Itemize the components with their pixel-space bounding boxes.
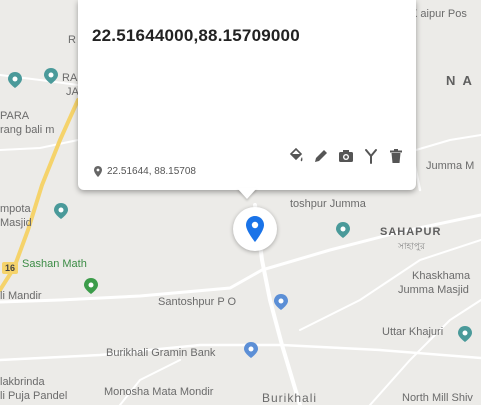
map-label: Monosha Mata Mondir <box>104 386 214 398</box>
camera-icon[interactable] <box>338 148 354 164</box>
coordinates-text: 22.51644, 88.15708 <box>107 166 196 177</box>
poi-pin-icon[interactable] <box>244 342 258 358</box>
poi-pin-icon[interactable] <box>274 294 288 310</box>
poi-pin-icon[interactable] <box>54 203 68 219</box>
map-label: Masjid <box>0 217 32 229</box>
selected-location-marker[interactable] <box>233 207 277 251</box>
map-label: SAHAPUR <box>380 226 442 238</box>
popup-title: 22.51644000,88.15709000 <box>92 26 300 45</box>
map-label: Burikhali Gramin Bank <box>106 347 216 359</box>
popup-coordinates: 22.51644, 88.15708 <box>94 166 196 177</box>
trash-icon[interactable] <box>388 148 404 164</box>
popup-pointer <box>237 188 257 199</box>
map-label: li Mandir <box>0 290 42 302</box>
map-label: North Mill Shiv <box>402 392 473 404</box>
poi-pin-icon[interactable] <box>336 222 350 238</box>
map-label: mpota <box>0 203 31 215</box>
map-label: PARA <box>0 110 30 122</box>
map-label: RA <box>62 72 78 84</box>
map-label: Burikhali <box>262 391 318 405</box>
map-label: li Puja Pandel <box>0 390 68 402</box>
map-label: rang bali m <box>0 124 55 136</box>
branch-icon[interactable] <box>363 148 379 164</box>
pencil-icon[interactable] <box>313 148 329 164</box>
map-label: Khaskhama <box>412 270 471 282</box>
map-label: X aipur Pos <box>410 8 467 20</box>
location-pin-icon <box>246 216 264 242</box>
highway-number: 16 <box>5 263 16 273</box>
fill-bucket-icon[interactable] <box>288 148 304 164</box>
map-label: lakbrinda <box>0 376 45 388</box>
map-label: Jumma Masjid <box>398 284 469 296</box>
map-label: R <box>68 34 76 46</box>
map-label: N A <box>446 73 474 88</box>
map-label: Santoshpur P O <box>158 296 237 308</box>
map-label: JA <box>66 86 79 98</box>
map-label: toshpur Jumma <box>290 198 366 210</box>
popup-toolbar <box>288 148 404 164</box>
poi-pin-icon[interactable] <box>84 278 98 294</box>
location-pin-icon <box>94 166 102 177</box>
map-label: সাহাপুর <box>398 241 425 251</box>
poi-pin-icon[interactable] <box>8 72 22 88</box>
map-label: Jumma M <box>426 160 475 172</box>
poi-pin-icon[interactable] <box>458 326 472 342</box>
poi-pin-icon[interactable] <box>44 68 58 84</box>
location-popup: 22.51644000,88.15709000 22.51644, 88.157… <box>78 0 416 190</box>
map-label: Sashan Math <box>22 258 87 270</box>
map-label: Uttar Khajuri <box>382 326 444 338</box>
